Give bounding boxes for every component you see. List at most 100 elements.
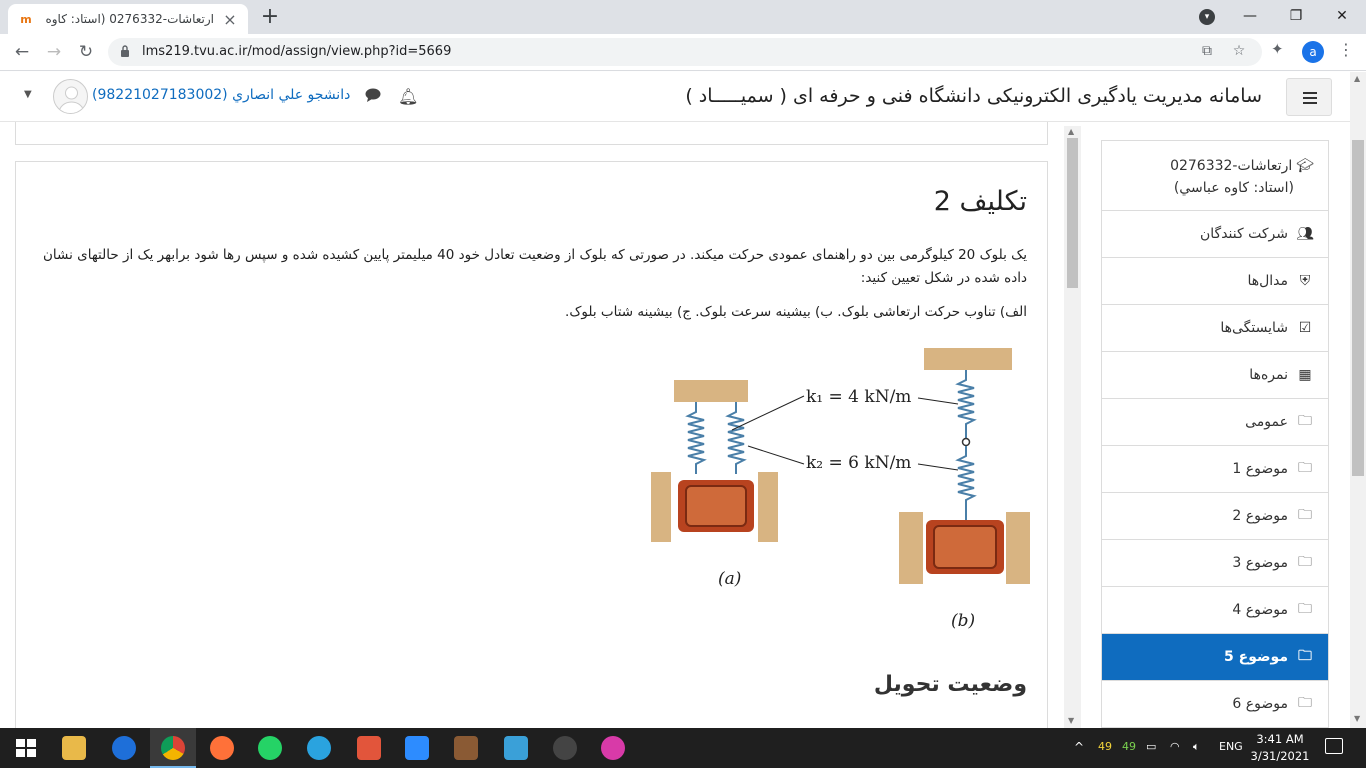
tray-counter-2[interactable]: 49 <box>1122 740 1136 753</box>
spring-a-left <box>685 402 707 474</box>
sidebar-item-label: موضوع 1 <box>1232 461 1288 477</box>
guide-b-right <box>1006 512 1030 584</box>
whatsapp-icon[interactable] <box>258 736 282 760</box>
edge-browser-icon[interactable] <box>112 736 136 760</box>
submission-status-heading: وضعیت تحویل <box>873 672 1027 697</box>
scroll-down-icon[interactable]: ▼ <box>1068 716 1074 725</box>
tab-close-icon[interactable]: × <box>222 10 238 29</box>
hamburger-menu-button[interactable] <box>1286 78 1332 116</box>
sidebar-item-label: عمومی <box>1245 414 1288 430</box>
sidebar-item-grades[interactable]: ▦ نمره‌ها <box>1102 352 1328 399</box>
graduation-cap-icon: 🎓︎ <box>1296 158 1314 174</box>
folder-icon: 🗀 <box>1298 554 1312 570</box>
page-scroll-down-icon[interactable]: ▼ <box>1354 714 1360 723</box>
media-player-icon[interactable] <box>601 736 625 760</box>
clock-time: 3:41 AM <box>1256 732 1304 746</box>
language-indicator[interactable]: ENG <box>1219 740 1243 753</box>
sidebar-course-link[interactable]: 🎓︎ارتعاشات-0276332 (استاد: کاوه عباسي) <box>1102 141 1328 211</box>
forward-button[interactable]: → <box>42 40 66 64</box>
battery-icon[interactable]: ▭ <box>1146 740 1156 753</box>
ceiling-a <box>674 380 748 402</box>
remote-desktop-icon[interactable] <box>504 736 528 760</box>
user-name-link[interactable]: دانشجو علي انصاري (98221027183002) <box>92 87 350 103</box>
action-center-icon[interactable] <box>1325 738 1343 754</box>
browser-menu-icon[interactable]: ⋮ <box>1338 40 1354 59</box>
restore-button[interactable]: ❐ <box>1284 4 1308 28</box>
folder-icon: 🗀 <box>1298 413 1312 429</box>
tray-expand-icon[interactable]: ^ <box>1074 740 1084 754</box>
sidebar-item-label: موضوع 3 <box>1232 555 1288 571</box>
lock-icon <box>121 45 129 57</box>
extensions-icon[interactable]: ✦ <box>1271 40 1284 58</box>
sidebar-item-topic-3[interactable]: 🗀 موضوع 3 <box>1102 540 1328 587</box>
presentation-app-icon[interactable] <box>357 736 381 760</box>
scroll-up-icon[interactable]: ▲ <box>1068 127 1074 136</box>
address-bar[interactable]: lms219.tvu.ac.ir/mod/assign/view.php?id=… <box>108 38 1262 66</box>
sidebar-item-topic-1[interactable]: 🗀 موضوع 1 <box>1102 446 1328 493</box>
chrome-icon[interactable] <box>161 736 185 760</box>
page-scrollbar[interactable]: ▲ ▼ <box>1350 72 1366 728</box>
site-title[interactable]: سامانه مدیریت یادگیری الکترونیکی دانشگاه… <box>685 85 1262 107</box>
sidebar-item-general[interactable]: 🗀 عمومی <box>1102 399 1328 446</box>
spring-connector <box>961 437 971 447</box>
table-icon: ▦ <box>1298 367 1312 383</box>
telegram-icon[interactable] <box>307 736 331 760</box>
sidebar-item-label: موضوع 2 <box>1232 508 1288 524</box>
arrow-k1-b <box>917 397 959 405</box>
bookmark-star-icon[interactable]: ☆ <box>1230 43 1248 59</box>
course-teacher: (استاد: کاوه عباسي) <box>1173 180 1294 196</box>
wifi-icon[interactable]: ◠ <box>1170 740 1180 753</box>
course-index-sidebar: 🎓︎ارتعاشات-0276332 (استاد: کاوه عباسي) 👥… <box>1101 140 1329 728</box>
k2-label: k₂ = 6 kN/m <box>806 453 911 473</box>
browser-tab[interactable]: m ارتعاشات-0276332 (استاد: کاوه عبا × <box>8 4 248 34</box>
sidebar-item-topic-6[interactable]: 🗀 موضوع 6 <box>1102 681 1328 727</box>
firefox-icon[interactable] <box>210 736 234 760</box>
sidebar-item-label: نمره‌ها <box>1249 367 1288 383</box>
volume-icon[interactable]: 🔈︎ <box>1193 740 1200 754</box>
sidebar-item-participants[interactable]: 👥︎ شرکت کنندگان <box>1102 211 1328 258</box>
folder-icon: 🗀 <box>1298 507 1312 523</box>
arrow-k2-b <box>917 463 959 471</box>
sidebar-item-topic-2[interactable]: 🗀 موضوع 2 <box>1102 493 1328 540</box>
users-icon: 👥︎ <box>1296 226 1314 242</box>
game-app-icon[interactable] <box>454 736 478 760</box>
figure-label-b: (b) <box>951 611 975 630</box>
moodle-favicon-icon: m <box>20 12 32 26</box>
close-window-button[interactable]: ✕ <box>1330 4 1354 28</box>
content-scrollbar[interactable]: ▲ ▼ <box>1064 126 1081 728</box>
tray-counter-1[interactable]: 49 <box>1098 740 1112 753</box>
folder-icon: 🗀 <box>1298 648 1312 664</box>
windows-start-icon[interactable] <box>14 736 38 760</box>
url-text: lms219.tvu.ac.ir/mod/assign/view.php?id=… <box>142 44 452 59</box>
sidebar-item-topic-4[interactable]: 🗀 موضوع 4 <box>1102 587 1328 634</box>
sidebar-item-topic-5[interactable]: 🗀 موضوع 5 <box>1102 634 1328 681</box>
page-scrollbar-thumb[interactable] <box>1352 140 1364 476</box>
folder-icon: 🗀 <box>1298 460 1312 476</box>
back-button[interactable]: ← <box>10 40 34 64</box>
reload-button[interactable]: ↻ <box>74 40 98 64</box>
notifications-bell-icon[interactable]: 🔔︎ <box>398 87 418 106</box>
sidebar-item-label: موضوع 5 <box>1224 649 1288 665</box>
content-scrollbar-thumb[interactable] <box>1067 138 1078 288</box>
user-avatar[interactable] <box>53 79 88 114</box>
messages-chat-icon[interactable] <box>365 88 381 102</box>
user-menu-caret-icon[interactable]: ▼ <box>24 89 32 100</box>
assignment-description: یک بلوک 20 کیلوگرمی بین دو راهنمای عمودی… <box>43 247 1027 286</box>
page-scroll-up-icon[interactable]: ▲ <box>1354 74 1360 83</box>
figure-label-a: (a) <box>718 569 741 589</box>
zoom-icon[interactable] <box>405 736 429 760</box>
minimize-button[interactable]: — <box>1238 4 1262 28</box>
file-explorer-icon[interactable] <box>62 736 86 760</box>
sidebar-item-competencies[interactable]: ☑ شایستگی‌ها <box>1102 305 1328 352</box>
new-tab-button[interactable]: + <box>258 6 282 30</box>
folder-icon: 🗀 <box>1298 601 1312 617</box>
profile-avatar[interactable]: a <box>1302 41 1324 63</box>
system-clock[interactable]: 3:41 AM 3/31/2021 <box>1250 731 1310 765</box>
assignment-title: تکلیف 2 <box>933 186 1027 217</box>
penguin-app-icon[interactable] <box>553 736 577 760</box>
translate-icon[interactable]: ⧉ <box>1198 43 1216 59</box>
tab-search-icon[interactable]: ▾ <box>1199 9 1215 25</box>
spring-b-lower <box>955 446 977 520</box>
sidebar-item-badges[interactable]: ⛨ مدال‌ها <box>1102 258 1328 305</box>
block-b-face <box>933 525 997 569</box>
